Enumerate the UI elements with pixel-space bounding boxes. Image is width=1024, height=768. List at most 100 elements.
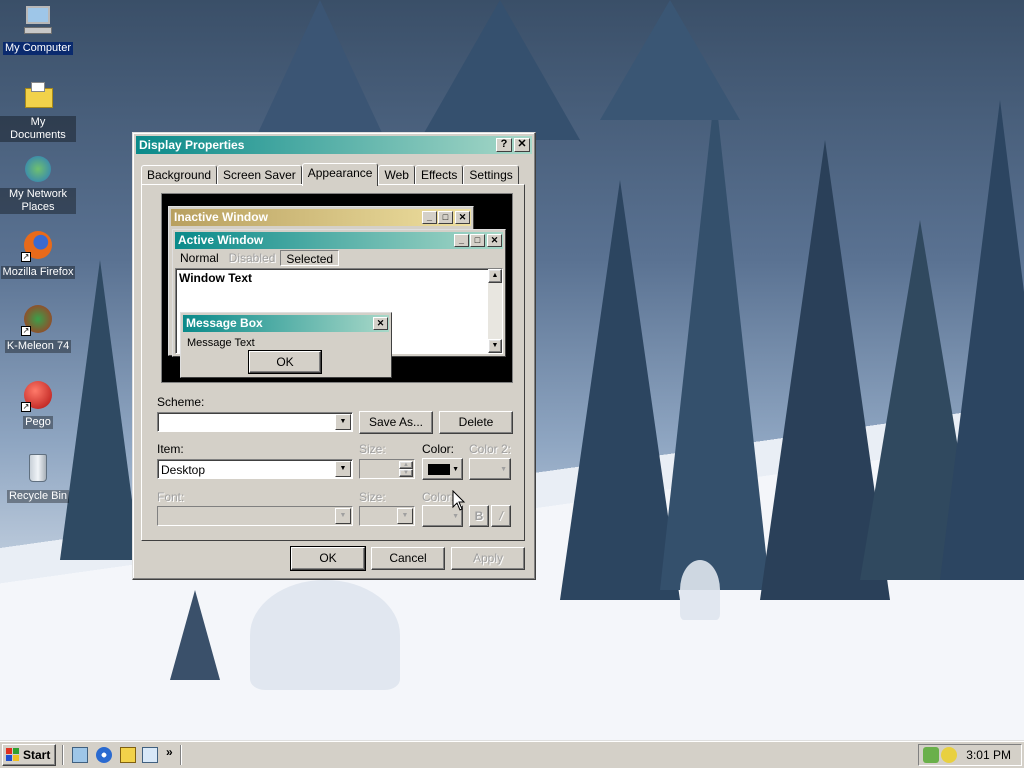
chevron-down-icon: ▼ bbox=[452, 466, 459, 473]
item-color-button[interactable]: ▼ bbox=[422, 458, 463, 480]
preview-menu-bar: Normal Disabled Selected bbox=[175, 250, 340, 266]
shortcut-arrow-icon: ↗ bbox=[21, 326, 31, 336]
desktop-icon-label: My Documents bbox=[0, 116, 76, 142]
scroll-down-icon: ▼ bbox=[488, 339, 502, 353]
save-as-button[interactable]: Save As... bbox=[359, 411, 433, 434]
close-icon: ✕ bbox=[373, 317, 388, 330]
font-label: Font: bbox=[157, 490, 185, 504]
message-box-title: Message Box ✕ bbox=[183, 315, 389, 332]
window-text: Window Text bbox=[179, 271, 252, 285]
desktop-icon-label: My Computer bbox=[2, 42, 74, 55]
bold-button[interactable]: B bbox=[469, 505, 489, 527]
tab-strip: Background Screen Saver Appearance Web E… bbox=[141, 163, 519, 186]
tab-web[interactable]: Web bbox=[378, 165, 415, 185]
shortcut-arrow-icon: ↗ bbox=[21, 252, 31, 262]
inactive-title-text: Inactive Window bbox=[174, 210, 268, 224]
internet-explorer-icon[interactable] bbox=[96, 747, 112, 763]
tab-screen-saver[interactable]: Screen Saver bbox=[217, 165, 302, 185]
tab-effects[interactable]: Effects bbox=[414, 165, 464, 185]
dialog-title: Display Properties bbox=[139, 138, 245, 152]
font-size-label: Size: bbox=[359, 490, 386, 504]
network-icon bbox=[21, 152, 55, 186]
firefox-icon: ↗ bbox=[21, 228, 55, 262]
tab-settings[interactable]: Settings bbox=[463, 165, 519, 185]
close-icon: ✕ bbox=[487, 234, 502, 247]
apply-button[interactable]: Apply bbox=[451, 547, 525, 570]
ok-button[interactable]: OK bbox=[290, 546, 366, 571]
item-color2-label: Color 2: bbox=[469, 442, 512, 456]
spin-up-icon: ▲ bbox=[399, 461, 413, 469]
tree bbox=[940, 100, 1024, 580]
tab-appearance[interactable]: Appearance bbox=[301, 163, 379, 186]
clock[interactable]: 3:01 PM bbox=[966, 748, 1011, 762]
scheme-label: Scheme: bbox=[157, 395, 205, 409]
close-button[interactable]: ✕ bbox=[514, 138, 530, 152]
item-value: Desktop bbox=[161, 463, 206, 477]
item-color-label: Color: bbox=[422, 442, 455, 456]
outlook-express-icon[interactable] bbox=[120, 747, 136, 763]
menu-normal: Normal bbox=[180, 251, 219, 265]
desktop-icon-label: Mozilla Firefox bbox=[0, 266, 76, 279]
scheme-dropdown[interactable]: ▼ bbox=[157, 412, 353, 432]
font-size-dropdown[interactable]: ▼ bbox=[359, 506, 415, 526]
computer-icon bbox=[21, 4, 55, 38]
desktop-icon-my-network-places[interactable]: My Network Places bbox=[0, 152, 76, 214]
delete-button[interactable]: Delete bbox=[439, 411, 513, 434]
quick-launch-chevron-icon[interactable]: » bbox=[166, 745, 173, 759]
item-size-spinner[interactable]: ▲ ▼ bbox=[359, 459, 415, 479]
system-tray: 3:01 PM bbox=[918, 744, 1022, 766]
item-dropdown[interactable]: Desktop ▼ bbox=[157, 459, 353, 479]
windows-logo-icon bbox=[6, 748, 20, 762]
taskbar: Start » 3:01 PM bbox=[0, 740, 1024, 768]
spin-down-icon: ▼ bbox=[399, 469, 413, 477]
quick-launch-icon[interactable] bbox=[142, 747, 158, 763]
help-button[interactable]: ? bbox=[496, 138, 512, 152]
mouse-cursor-icon bbox=[452, 490, 466, 511]
italic-button[interactable]: / bbox=[491, 505, 511, 527]
minimize-icon: _ bbox=[422, 211, 437, 224]
dialog-titlebar[interactable]: Display Properties ? ✕ bbox=[136, 136, 532, 154]
font-dropdown[interactable]: ▼ bbox=[157, 506, 353, 526]
display-properties-dialog: Display Properties ? ✕ Background Screen… bbox=[132, 132, 536, 580]
preview-message-box: Message Box ✕ Message Text OK bbox=[180, 312, 392, 378]
network-tray-icon[interactable] bbox=[923, 747, 939, 763]
item-color2-button[interactable]: ▼ bbox=[469, 458, 511, 480]
cancel-button[interactable]: Cancel bbox=[371, 547, 445, 570]
desktop-icon-k-meleon[interactable]: ↗ K-Meleon 74 bbox=[0, 302, 76, 353]
tree bbox=[250, 0, 390, 150]
tab-background[interactable]: Background bbox=[141, 165, 218, 185]
desktop-icon-my-computer[interactable]: My Computer bbox=[0, 4, 76, 55]
message-box-title-text: Message Box bbox=[186, 316, 263, 330]
desktop-icon-pego[interactable]: ↗ Pego bbox=[0, 378, 76, 429]
snow-covered-tree bbox=[680, 560, 720, 620]
desktop-icon-recycle-bin[interactable]: Recycle Bin bbox=[0, 452, 76, 503]
recycle-bin-icon bbox=[21, 452, 55, 486]
chevron-down-icon: ▼ bbox=[397, 508, 413, 524]
desktop-icon-mozilla-firefox[interactable]: ↗ Mozilla Firefox bbox=[0, 228, 76, 279]
taskbar-divider bbox=[62, 745, 64, 765]
tree bbox=[660, 90, 770, 590]
desktop-icon-label: Recycle Bin bbox=[6, 490, 70, 503]
color-swatch bbox=[428, 464, 450, 475]
show-desktop-icon[interactable] bbox=[72, 747, 88, 763]
menu-selected: Selected bbox=[280, 250, 340, 266]
close-icon: ✕ bbox=[455, 211, 470, 224]
folder-icon bbox=[21, 80, 55, 114]
tree bbox=[420, 0, 580, 140]
shortcut-arrow-icon: ↗ bbox=[21, 402, 31, 412]
preview-inactive-title: Inactive Window _ □ ✕ bbox=[171, 209, 471, 226]
message-box-ok-button: OK bbox=[248, 350, 322, 374]
menu-disabled: Disabled bbox=[228, 251, 276, 265]
minimize-icon: _ bbox=[454, 234, 469, 247]
desktop-icon-label: K-Meleon 74 bbox=[4, 340, 72, 353]
tree bbox=[600, 0, 740, 120]
appearance-preview[interactable]: Inactive Window _ □ ✕ Active Window _ □ … bbox=[161, 193, 513, 383]
chevron-down-icon: ▼ bbox=[335, 508, 351, 524]
item-label: Item: bbox=[157, 442, 184, 456]
desktop-icon-my-documents[interactable]: My Documents bbox=[0, 80, 76, 142]
start-button[interactable]: Start bbox=[2, 744, 56, 766]
tree bbox=[170, 590, 220, 680]
preview-active-title: Active Window _ □ ✕ bbox=[175, 232, 503, 249]
tray-icon[interactable] bbox=[941, 747, 957, 763]
desktop-icon-label: My Network Places bbox=[0, 188, 76, 214]
